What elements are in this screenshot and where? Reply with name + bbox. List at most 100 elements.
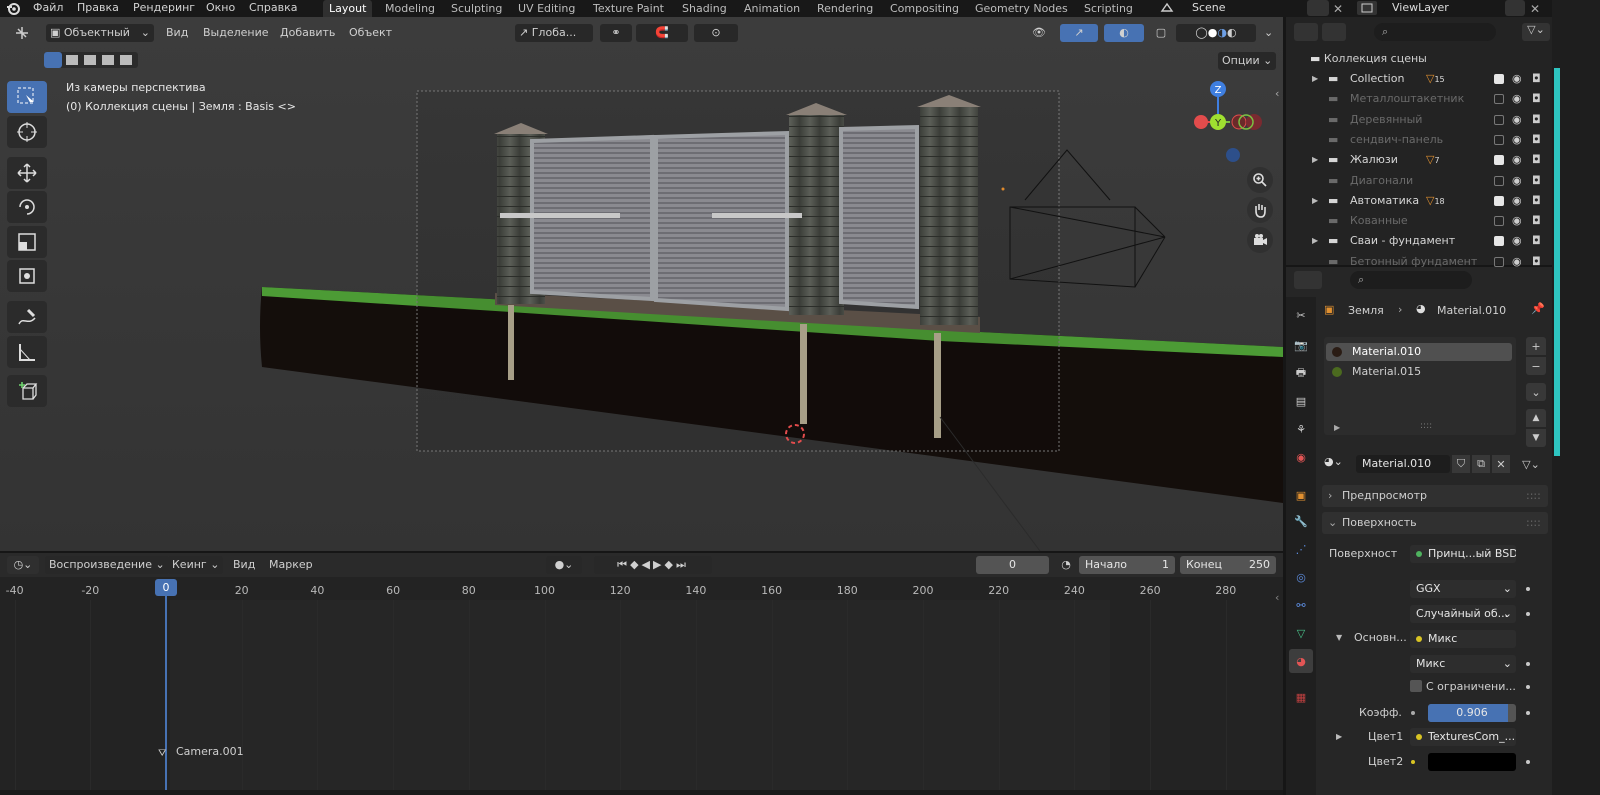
tab-geometry-nodes[interactable]: Geometry Nodes: [969, 0, 1074, 17]
camera-render-icon[interactable]: ◘: [1532, 211, 1541, 231]
move-slot-up-button[interactable]: ▲: [1526, 409, 1546, 427]
keyframe-dot[interactable]: [1526, 612, 1530, 616]
exclude-checkbox[interactable]: [1494, 236, 1504, 247]
outliner-editor-type-icon[interactable]: [1294, 23, 1318, 41]
playhead-line[interactable]: [165, 591, 167, 791]
factor-slider[interactable]: 0.906: [1428, 704, 1516, 722]
camera-render-icon[interactable]: ◘: [1532, 231, 1541, 251]
color1-link-field[interactable]: TexturesCom_...: [1410, 728, 1516, 746]
particles-tab-icon[interactable]: ⋰: [1289, 537, 1313, 561]
transform-tool[interactable]: [7, 260, 47, 292]
tool-tab-icon[interactable]: ✂: [1289, 303, 1313, 327]
keyframe-dot[interactable]: [1526, 711, 1530, 715]
snap-button[interactable]: 🧲: [636, 24, 688, 42]
expand-list-icon[interactable]: ▶: [1334, 423, 1340, 432]
move-tool[interactable]: [7, 157, 47, 189]
outliner-row[interactable]: ▶ ▬ Collection ▽15 ◉ ◘: [1286, 69, 1552, 89]
subsurface-method-dropdown[interactable]: Случайный об... ⌄: [1410, 605, 1516, 623]
scale-tool[interactable]: [7, 226, 47, 258]
timeline-menu-marker[interactable]: Маркер: [265, 556, 317, 574]
solid-shading-icon[interactable]: ●: [1208, 24, 1218, 42]
physics-tab-icon[interactable]: ◎: [1289, 565, 1313, 589]
unlink-material-icon[interactable]: ✕: [1492, 455, 1510, 473]
keyframe-dot[interactable]: [1526, 587, 1530, 591]
keyframe-dot[interactable]: [1526, 662, 1530, 666]
shading-options-icon[interactable]: ⌄: [1260, 24, 1277, 42]
material-name-field[interactable]: Material.010: [1356, 455, 1450, 473]
blender-logo-icon[interactable]: [6, 1, 20, 15]
frame-ruler[interactable]: -40 -20 20 40 60 80 100 120 140 160 180 200 220 240 26…: [0, 578, 1283, 600]
remove-slot-button[interactable]: −: [1526, 357, 1546, 375]
3d-viewport[interactable]: ▣ Объектный ⌄ Вид Выделение Добавить Объе…: [0, 17, 1283, 551]
select-invert-icon[interactable]: [102, 55, 114, 65]
wireframe-shading-icon[interactable]: ◯: [1195, 24, 1207, 42]
expand-right-icon[interactable]: ▶: [1336, 732, 1342, 741]
keying-dropdown[interactable]: Кеинг ⌄: [168, 556, 224, 574]
material-slot[interactable]: Material.015: [1326, 363, 1512, 381]
data-tab-icon[interactable]: ▽: [1289, 621, 1313, 645]
material-shading-icon[interactable]: ◑: [1217, 24, 1227, 42]
camera-view-icon[interactable]: [1247, 227, 1273, 253]
next-keyframe-icon[interactable]: ◆: [664, 558, 675, 571]
material-browse-icon[interactable]: ◕⌄: [1324, 455, 1343, 468]
new-view-layer-button[interactable]: [1505, 0, 1525, 16]
scene-icon[interactable]: [1160, 1, 1174, 15]
keyframe-dot[interactable]: [1526, 685, 1530, 689]
menu-object[interactable]: Объект: [345, 24, 396, 42]
select-mode-buttons[interactable]: [44, 52, 138, 68]
properties-search-input[interactable]: ⌕: [1350, 271, 1472, 289]
view-layer-name[interactable]: ViewLayer: [1392, 1, 1449, 14]
output-tab-icon[interactable]: 🖶: [1289, 361, 1313, 385]
camera-render-icon[interactable]: ◘: [1532, 191, 1541, 211]
tab-animation[interactable]: Animation: [738, 0, 806, 17]
object-tab-icon[interactable]: ▣: [1289, 483, 1313, 507]
editor-type-icon[interactable]: [8, 24, 36, 42]
filter-icon[interactable]: ▽⌄: [1522, 23, 1550, 41]
preview-range-icon[interactable]: ◔: [1056, 556, 1076, 574]
eye-icon[interactable]: ◉: [1512, 171, 1522, 191]
tab-uv-editing[interactable]: UV Editing: [512, 0, 581, 17]
eye-icon[interactable]: ◉: [1512, 191, 1522, 211]
breadcrumb-material[interactable]: Material.010: [1437, 304, 1506, 317]
eye-icon[interactable]: ◉: [1512, 110, 1522, 130]
camera-render-icon[interactable]: ◘: [1532, 89, 1541, 109]
eye-icon[interactable]: ◉: [1512, 130, 1522, 150]
playback-controls[interactable]: ⏮◆◀▶◆⏭: [594, 556, 712, 574]
material-tab-icon[interactable]: ◕: [1289, 649, 1313, 673]
cursor-tool[interactable]: [7, 116, 47, 148]
outliner-row[interactable]: ▬ сендвич-панель ◉ ◘: [1286, 130, 1552, 150]
navigation-gizmo[interactable]: Z Y: [1190, 79, 1280, 169]
marker-icon[interactable]: ⛛: [158, 748, 166, 759]
delete-scene-icon[interactable]: ✕: [1333, 2, 1343, 16]
exclude-checkbox[interactable]: [1494, 134, 1504, 145]
select-extend-icon[interactable]: [66, 55, 78, 65]
expand-arrow-icon[interactable]: ▶: [1312, 191, 1318, 211]
playhead-frame-badge[interactable]: 0: [155, 579, 177, 596]
tab-compositing[interactable]: Compositing: [884, 0, 965, 17]
menu-view[interactable]: Вид: [162, 24, 192, 42]
mode-dropdown[interactable]: ▣ Объектный ⌄: [46, 24, 154, 42]
jump-end-icon[interactable]: ⏭: [676, 558, 689, 571]
duplicate-material-icon[interactable]: ⧉: [1472, 455, 1490, 473]
preview-panel-header[interactable]: › Предпросмотр ::::: [1322, 485, 1548, 507]
overlay-toggle-button[interactable]: ◐: [1104, 24, 1144, 42]
socket-dot[interactable]: [1411, 711, 1415, 715]
fake-user-icon[interactable]: ⛉: [1452, 455, 1470, 473]
eye-icon[interactable]: ◉: [1512, 89, 1522, 109]
measure-tool[interactable]: [7, 336, 47, 368]
transform-orientation-dropdown[interactable]: ↗ Глоба...: [515, 24, 593, 42]
outliner-search-input[interactable]: ⌕: [1374, 23, 1496, 41]
menu-render[interactable]: Рендеринг: [133, 0, 195, 17]
prev-keyframe-icon[interactable]: ◆: [630, 558, 641, 571]
outliner-row[interactable]: ▶ ▬ Автоматика ▽18 ◉ ◘: [1286, 191, 1552, 211]
camera-render-icon[interactable]: ◘: [1532, 69, 1541, 89]
timeline-menu-view[interactable]: Вид: [229, 556, 259, 574]
color2-swatch[interactable]: [1428, 753, 1516, 771]
playback-dropdown[interactable]: Воспроизведение ⌄: [45, 556, 169, 574]
options-dropdown[interactable]: Опции ⌄: [1218, 52, 1277, 70]
resize-handle-icon[interactable]: ::::: [1420, 421, 1432, 431]
menu-edit[interactable]: Правка: [77, 0, 119, 17]
gizmo-toggle-button[interactable]: ↗: [1060, 24, 1098, 42]
current-frame-field[interactable]: 0: [976, 556, 1049, 574]
tab-layout[interactable]: Layout: [323, 0, 373, 17]
